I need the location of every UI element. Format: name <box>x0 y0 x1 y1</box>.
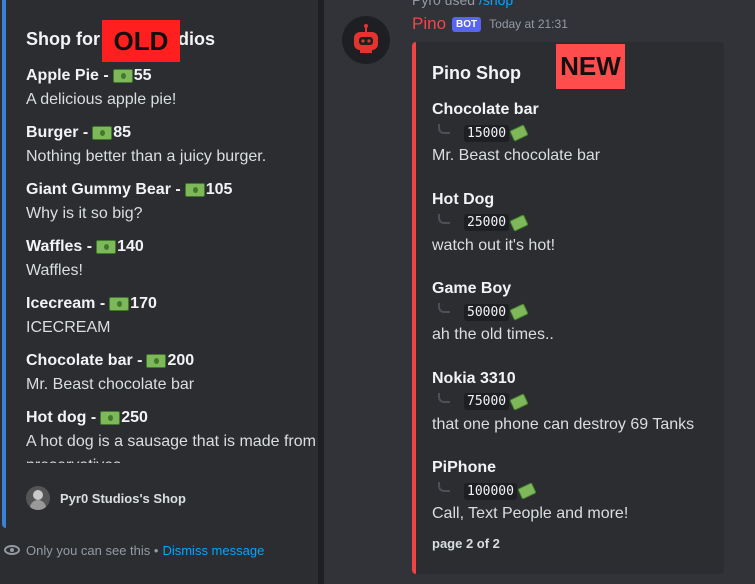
ephemeral-notice: Only you can see this • Dismiss message <box>0 532 318 568</box>
old-shop-items: Apple Pie - 55 A delicious apple pie! Bu… <box>26 64 322 463</box>
old-item-price: 170 <box>130 295 157 312</box>
dollar-banknote-icon <box>184 183 205 197</box>
new-item-description: that one phone can destroy 69 Tanks <box>432 415 695 433</box>
old-item-price: 105 <box>205 181 233 198</box>
old-item-description: A delicious apple pie! <box>26 91 177 108</box>
old-shop-item: Chocolate bar - 200 Mr. Beast chocolate … <box>26 349 322 406</box>
bot-username[interactable]: Pino <box>412 14 446 34</box>
dollar-banknote-icon <box>100 411 121 425</box>
message-header: Pino BOT Today at 21:31 <box>412 14 568 34</box>
eye-icon <box>4 545 20 555</box>
old-item-price: 55 <box>133 67 152 84</box>
money-with-wings-icon <box>509 392 529 411</box>
old-item-name: Chocolate bar - <box>26 352 143 369</box>
old-item-price: 200 <box>167 352 195 369</box>
dollar-banknote-icon <box>112 69 133 83</box>
new-item-price: 50000 <box>464 303 510 321</box>
dollar-banknote-icon <box>109 297 130 311</box>
ephemeral-text: Only you can see this • <box>26 542 159 558</box>
new-item-price: 75000 <box>464 393 510 410</box>
old-shop-item: Icecream - 170 ICECREAM <box>26 292 322 349</box>
old-shop-item: Hot dog - 250 A hot dog is a sausage tha… <box>26 406 322 463</box>
new-item-name: Hot Dog <box>432 190 495 208</box>
old-shop-item: Apple Pie - 55 A delicious apple pie! <box>26 64 322 121</box>
dismiss-message-link[interactable]: Dismiss message <box>162 543 264 558</box>
old-shop-panel: Shop for Pyr0 Studios Apple Pie - 55 A d… <box>0 0 318 584</box>
new-shop-item: Hot Dog 25000 watch out it's hot! <box>432 189 722 279</box>
new-item-description: Mr. Beast chocolate bar <box>432 147 601 164</box>
reply-curve-icon <box>438 124 450 134</box>
old-shop-embed: Shop for Pyr0 Studios Apple Pie - 55 A d… <box>2 0 318 528</box>
page-indicator: page 2 of 2 <box>432 536 500 551</box>
panel-divider <box>318 0 324 584</box>
old-item-description: Why is it so big? <box>26 205 143 222</box>
command-used-line: Pyr0 used /shop <box>412 0 513 8</box>
dollar-banknote-icon <box>96 240 117 254</box>
money-with-wings-icon <box>509 303 529 321</box>
new-shop-item: Nokia 3310 75000 that one phone can dest… <box>432 368 722 458</box>
new-shop-item: Chocolate bar 15000 Mr. Beast chocolate … <box>432 99 722 189</box>
reply-curve-icon <box>438 303 450 313</box>
old-item-price: 140 <box>117 238 144 255</box>
new-item-description: watch out it's hot! <box>432 236 556 254</box>
new-shop-item: Game Boy 50000 ah the old times.. <box>432 278 722 368</box>
avatar <box>26 486 50 510</box>
old-shop-item: Waffles - 140 Waffles! <box>26 235 322 292</box>
dollar-banknote-icon <box>146 354 167 368</box>
new-item-price: 100000 <box>464 482 517 500</box>
new-overlay-label: NEW <box>556 44 625 89</box>
bot-avatar[interactable] <box>342 16 390 64</box>
new-item-description: ah the old times.. <box>432 326 554 343</box>
new-item-price: 15000 <box>464 124 510 142</box>
command-user: Pyr0 used <box>412 0 476 8</box>
command-name[interactable]: /shop <box>479 0 513 8</box>
old-item-description: A hot dog is a sausage that is made from… <box>26 433 316 463</box>
new-item-price: 25000 <box>464 214 510 231</box>
money-with-wings-icon <box>509 124 529 142</box>
robot-icon <box>354 24 378 53</box>
old-item-name: Giant Gummy Bear - <box>26 181 181 198</box>
new-item-name: Nokia 3310 <box>432 369 516 387</box>
old-item-name: Burger - <box>26 124 89 141</box>
money-with-wings-icon <box>517 482 537 500</box>
footer-text: Pyr0 Studios's Shop <box>60 490 186 506</box>
reply-curve-icon <box>438 392 450 403</box>
old-shop-footer: Pyr0 Studios's Shop <box>26 486 186 510</box>
dollar-banknote-icon <box>92 126 113 140</box>
new-item-name: Chocolate bar <box>432 101 539 118</box>
old-shop-item: Giant Gummy Bear - 105 Why is it so big? <box>26 178 322 235</box>
new-shop-embed: Pino Shop Chocolate bar 15000 Mr. Beast … <box>412 42 724 574</box>
new-shop-title: Pino Shop <box>432 63 521 83</box>
old-item-description: Mr. Beast chocolate bar <box>26 376 195 393</box>
new-item-description: Call, Text People and more! <box>432 505 629 522</box>
old-overlay-label: OLD <box>102 20 180 62</box>
old-item-price: 250 <box>121 409 148 426</box>
new-item-name: PiPhone <box>432 459 497 476</box>
new-item-name: Game Boy <box>432 280 512 297</box>
money-with-wings-icon <box>509 213 529 232</box>
old-item-description: Nothing better than a juicy burger. <box>26 148 267 165</box>
bot-badge: BOT <box>452 16 482 32</box>
message-timestamp: Today at 21:31 <box>489 17 568 31</box>
reply-curve-icon <box>438 482 450 492</box>
old-item-name: Hot dog - <box>26 409 97 426</box>
old-item-description: Waffles! <box>26 262 83 279</box>
new-shop-items: Chocolate bar 15000 Mr. Beast chocolate … <box>432 99 722 547</box>
old-shop-item: Burger - 85 Nothing better than a juicy … <box>26 121 322 178</box>
old-item-description: ICECREAM <box>26 319 111 336</box>
old-item-name: Icecream - <box>26 295 106 312</box>
old-item-name: Waffles - <box>26 238 93 255</box>
reply-curve-icon <box>438 213 450 224</box>
old-item-name: Apple Pie - <box>26 67 109 84</box>
new-shop-item: PiPhone 100000 Call, Text People and mor… <box>432 457 722 547</box>
old-item-price: 85 <box>113 124 132 141</box>
